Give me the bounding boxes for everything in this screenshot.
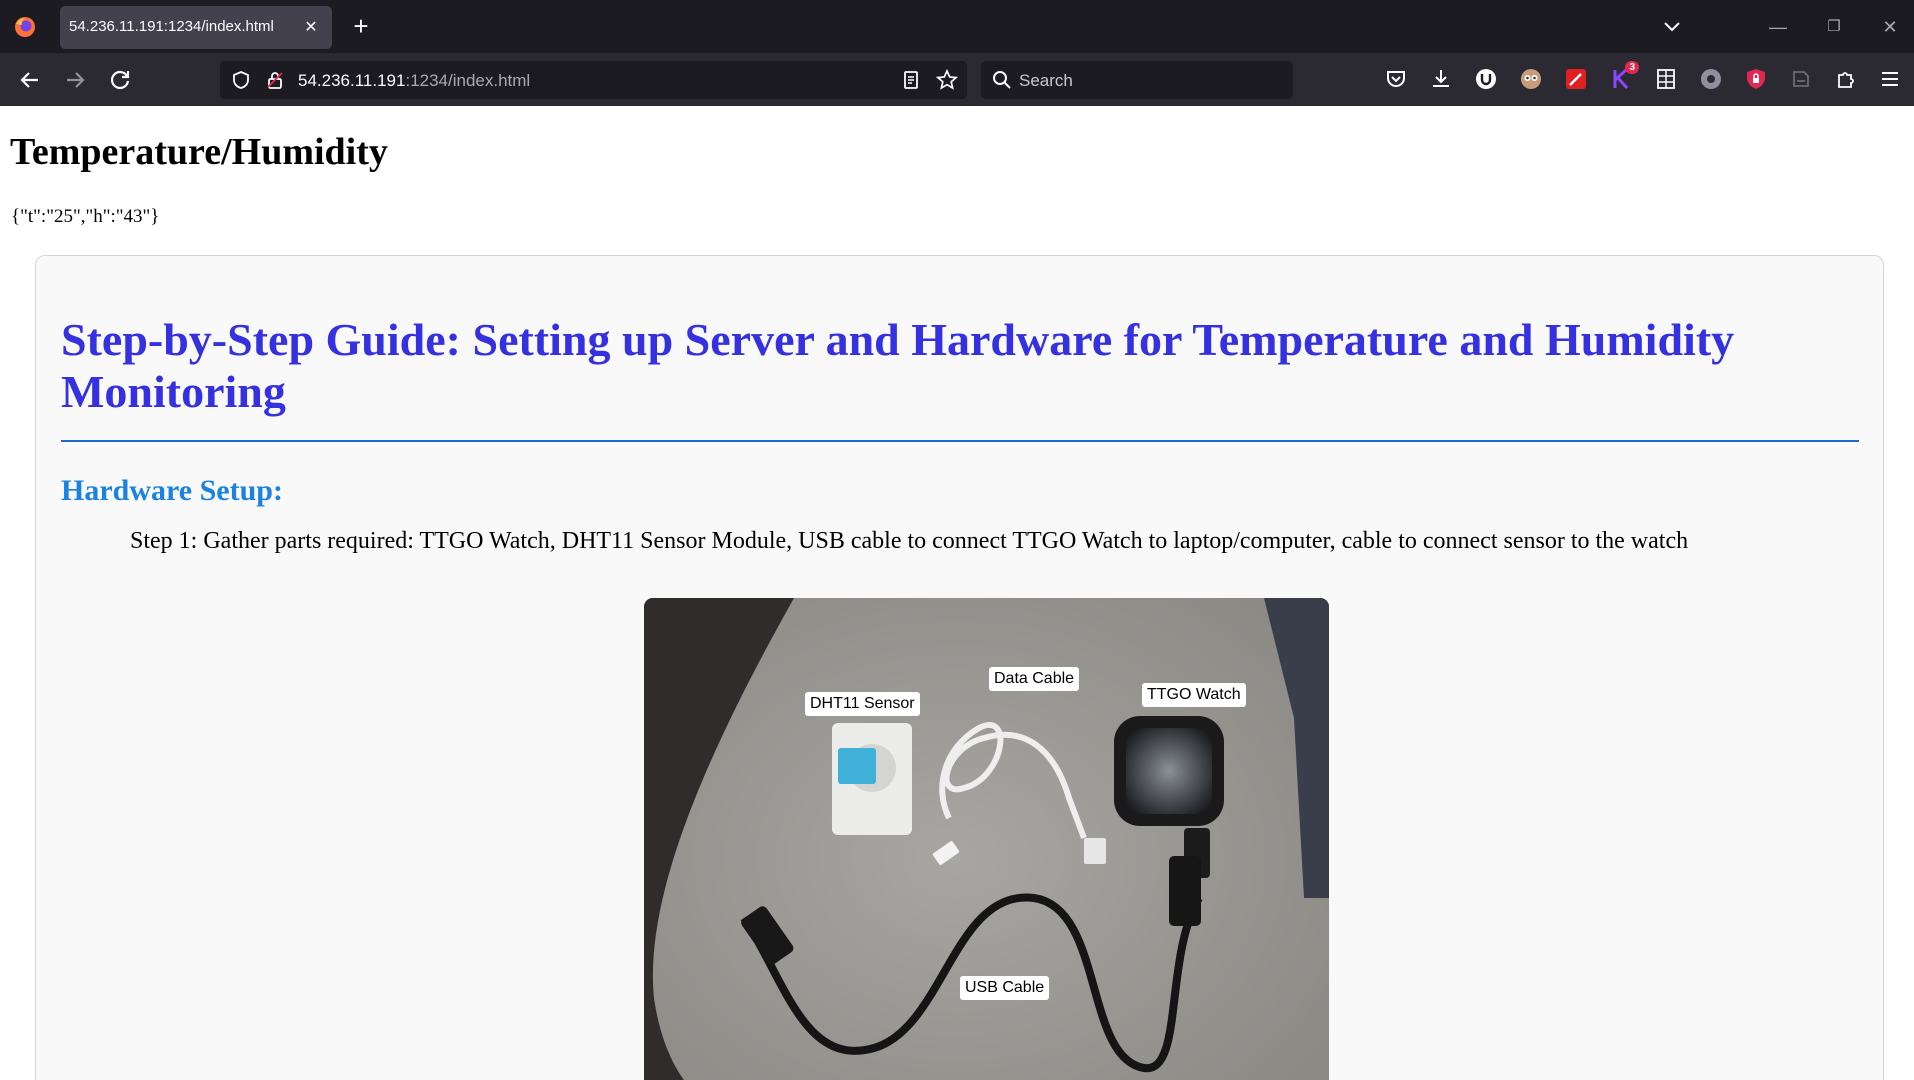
tab-active[interactable]: 54.236.11.191:1234/index.html ✕ xyxy=(60,6,332,49)
firefox-logo-icon[interactable] xyxy=(13,15,37,39)
photo-label-usb-cable: USB Cable xyxy=(960,976,1050,1000)
download-icon[interactable] xyxy=(1429,67,1453,91)
chevron-down-icon[interactable] xyxy=(1657,14,1687,40)
step-1-text: Step 1: Gather parts required: TTGO Watc… xyxy=(130,528,1689,554)
url-bar[interactable]: 54.236.11.191:1234/index.html xyxy=(220,61,967,99)
photo-label-watch: TTGO Watch xyxy=(1142,683,1246,707)
guide-card: Step-by-Step Guide: Setting up Server an… xyxy=(35,255,1884,1080)
search-bar[interactable]: Search xyxy=(981,61,1293,99)
photo-label-sensor: DHT11 Sensor xyxy=(805,692,920,716)
tab-title: 54.236.11.191:1234/index.html xyxy=(69,18,274,35)
hardware-photo-drawing xyxy=(644,598,1329,1080)
hardware-photo: DHT11 Sensor Data Cable TTGO Watch USB C… xyxy=(644,598,1329,1080)
url-host: 54.236.11.191 xyxy=(298,71,406,90)
red-shield-extension-icon[interactable] xyxy=(1744,67,1768,91)
lock-icon[interactable] xyxy=(265,70,285,90)
back-arrow-icon[interactable] xyxy=(12,62,48,98)
reader-view-icon[interactable] xyxy=(901,70,921,90)
close-icon[interactable]: ✕ xyxy=(298,15,324,41)
hardware-setup-heading: Hardware Setup: xyxy=(61,474,283,507)
guide-title: Step-by-Step Guide: Setting up Server an… xyxy=(61,314,1735,417)
tab-strip: 54.236.11.191:1234/index.html ✕ + — ❐ ✕ xyxy=(0,0,1914,53)
star-icon[interactable] xyxy=(936,69,958,91)
character-extension-icon[interactable] xyxy=(1519,67,1543,91)
plus-icon[interactable]: + xyxy=(346,12,376,42)
pocket-icon[interactable] xyxy=(1384,67,1408,91)
ublock-extension-icon[interactable] xyxy=(1474,67,1498,91)
page-content: Temperature/Humidity {"t":"25","h":"43"}… xyxy=(0,106,1914,1080)
search-placeholder: Search xyxy=(1019,71,1073,90)
menu-icon[interactable] xyxy=(1878,67,1902,91)
page-heading: Temperature/Humidity xyxy=(10,131,388,173)
reload-icon[interactable] xyxy=(102,62,138,98)
forward-arrow-icon[interactable] xyxy=(57,62,93,98)
close-window-icon[interactable]: ✕ xyxy=(1870,10,1910,44)
extension-badge-count: 3 xyxy=(1625,61,1639,74)
shield-icon[interactable] xyxy=(231,70,251,90)
search-icon xyxy=(993,71,1011,89)
minimize-icon[interactable]: — xyxy=(1758,10,1798,44)
photo-label-data-cable: Data Cable xyxy=(989,667,1080,691)
color-picker-extension-icon[interactable] xyxy=(1564,67,1588,91)
navigation-bar: 54.236.11.191:1234/index.html Search 3 xyxy=(0,53,1914,106)
url-text[interactable]: 54.236.11.191:1234/index.html xyxy=(298,71,530,91)
puzzle-icon[interactable] xyxy=(1834,67,1858,91)
url-path: :1234/index.html xyxy=(405,71,531,90)
sensor-json-readout: {"t":"25","h":"43"} xyxy=(11,206,160,227)
badge-extension[interactable]: 3 xyxy=(1609,61,1639,91)
disabled-extension-icon[interactable] xyxy=(1789,67,1813,91)
gray-extension-icon[interactable] xyxy=(1699,67,1723,91)
table-extension-icon[interactable] xyxy=(1654,67,1678,91)
title-divider xyxy=(61,440,1859,442)
restore-icon[interactable]: ❐ xyxy=(1814,10,1854,44)
